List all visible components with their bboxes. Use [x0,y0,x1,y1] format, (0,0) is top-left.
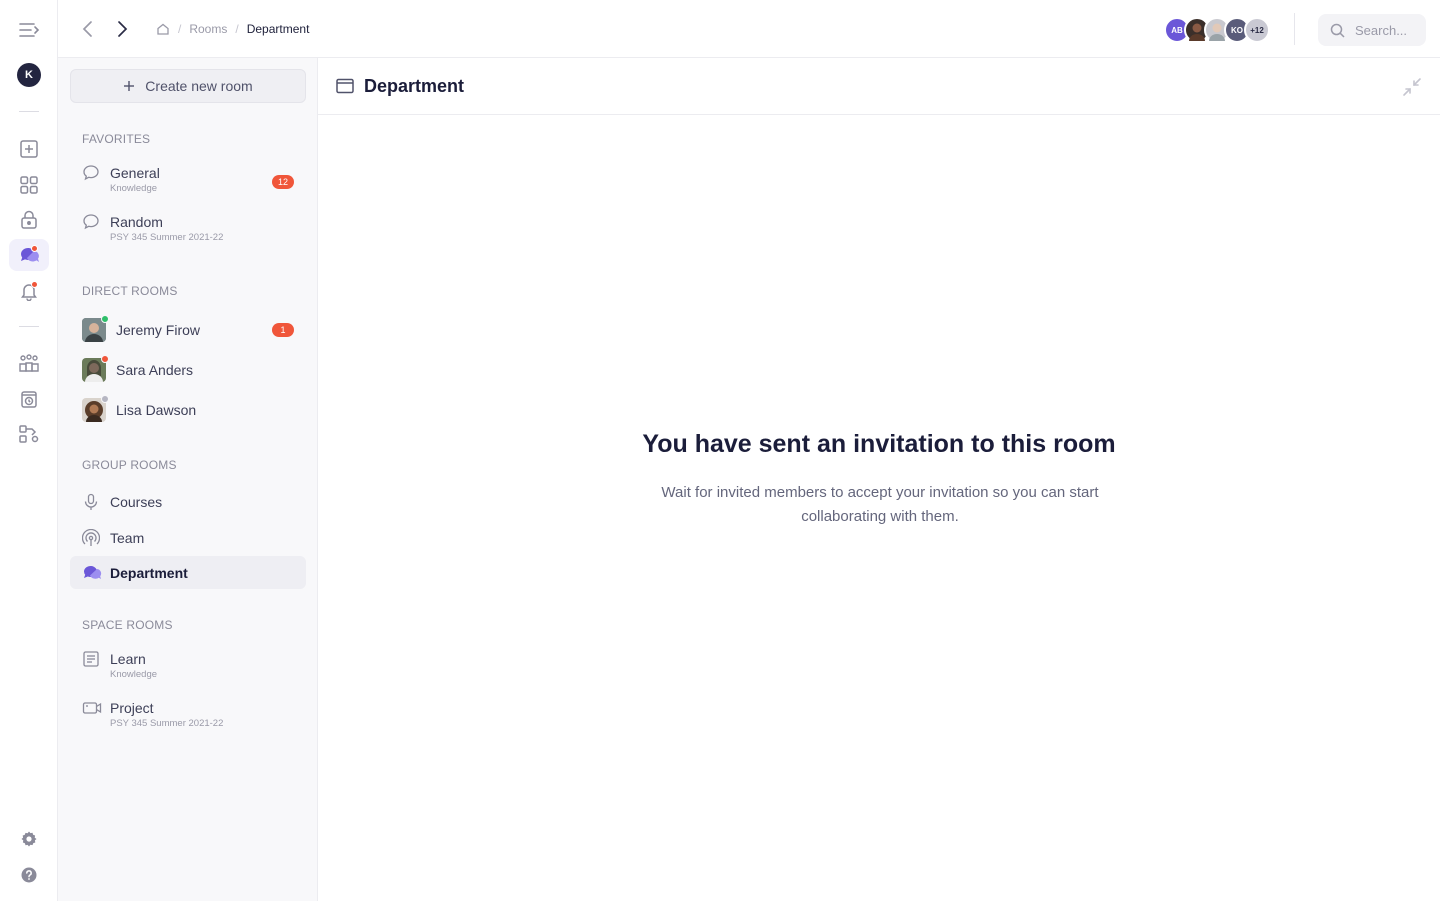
direct-item-jeremy[interactable]: Jeremy Firow 1 [70,315,306,343]
menu-toggle-icon[interactable] [9,14,49,46]
invitation-title: You have sent an invitation to this room [642,430,1116,458]
room-item-general[interactable]: General Knowledge 12 [70,164,306,202]
unread-badge: 12 [271,175,294,189]
room-name: Jeremy Firow [116,322,201,338]
room-name: Lisa Dawson [116,402,197,418]
apps-grid-icon[interactable] [9,169,49,201]
room-name: Random [110,214,163,230]
room-name: General [110,165,160,181]
direct-item-sara[interactable]: Sara Anders [70,355,306,383]
topbar-divider [1294,13,1295,45]
rail-divider [19,326,39,327]
chat-bubble-icon [82,213,100,231]
app-rail: K [0,0,58,901]
help-icon[interactable] [9,859,49,891]
section-title-direct: DIRECT ROOMS [82,284,178,298]
space-item-learn[interactable]: Learn Knowledge [70,650,306,688]
direct-item-lisa[interactable]: Lisa Dawson [70,395,306,423]
avatar [82,395,109,422]
unread-badge: 1 [272,323,294,337]
create-room-label: Create new room [145,78,253,94]
workflow-icon[interactable] [9,418,49,450]
user-avatar[interactable]: K [17,63,41,87]
lock-icon[interactable] [9,204,49,236]
back-arrow-icon[interactable] [78,19,98,39]
plus-icon [124,81,135,91]
top-bar: / Rooms / Department AB KO +12 [58,0,1440,58]
room-name: Courses [110,494,163,510]
section-title-favorites: FAVORITES [82,132,151,146]
group-item-courses[interactable]: Courses [70,490,306,514]
breadcrumb-separator: / [178,22,182,36]
room-name: Sara Anders [116,362,194,378]
breadcrumb-separator: / [235,22,239,36]
status-dot-busy [101,355,109,363]
room-name: Project [110,700,154,716]
notification-dot [31,281,38,288]
chat-bubbles-active-icon [82,564,102,582]
avatar [82,315,109,342]
avatar [82,355,109,382]
breadcrumb-rooms[interactable]: Rooms [189,22,227,36]
window-icon [336,78,354,94]
create-room-button[interactable]: Create new room [70,69,306,103]
chat-icon[interactable] [9,239,49,271]
invitation-description: Wait for invited members to accept your … [661,484,1099,525]
room-name: Learn [110,651,146,667]
status-dot-online [101,315,109,323]
add-square-icon[interactable] [9,133,49,165]
room-name: Team [110,530,145,546]
settings-gear-icon[interactable] [9,823,49,855]
room-title: Department [364,76,465,96]
room-item-random[interactable]: Random PSY 345 Summer 2021-22 [70,213,306,251]
group-item-team[interactable]: Team [70,526,306,550]
breadcrumb-current: Department [246,22,310,36]
search-box[interactable] [1318,14,1426,46]
home-icon[interactable] [156,22,170,36]
room-header: Department [318,58,1440,115]
room-subtitle: Knowledge [110,183,158,194]
rail-divider [19,111,39,112]
more-members-count[interactable]: +12 [1244,17,1270,43]
calendar-clock-icon[interactable] [9,383,49,415]
video-icon [82,699,102,717]
microphone-icon [82,493,100,511]
search-input[interactable] [1355,22,1417,38]
room-subtitle: PSY 345 Summer 2021-22 [110,718,224,729]
broadcast-icon [82,529,100,547]
bell-icon[interactable] [9,275,49,307]
status-dot-offline [101,395,109,403]
chat-bubble-icon [82,164,100,182]
rooms-sidebar: Create new room FAVORITES General Knowle… [58,58,318,901]
breadcrumb: / Rooms / Department [156,20,309,38]
space-item-project[interactable]: Project PSY 345 Summer 2021-22 [70,699,306,737]
chat-unread-dot [31,245,38,252]
forward-arrow-icon[interactable] [112,19,132,39]
document-icon [82,650,100,668]
room-subtitle: Knowledge [110,669,158,680]
search-icon [1330,23,1345,38]
section-title-space: SPACE ROOMS [82,618,173,632]
people-icon[interactable] [9,347,49,379]
section-title-group: GROUP ROOMS [82,458,177,472]
room-name: Department [110,564,188,581]
collapse-icon[interactable] [1402,77,1422,97]
group-item-department[interactable]: Department [70,556,306,589]
room-subtitle: PSY 345 Summer 2021-22 [110,232,224,243]
